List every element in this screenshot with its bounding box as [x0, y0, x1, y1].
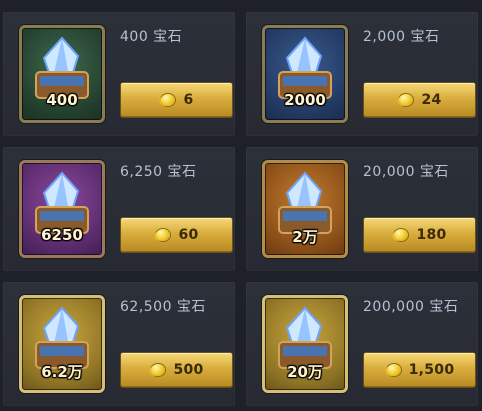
gold-coin-icon: [397, 92, 415, 108]
price-label: 6: [183, 92, 194, 108]
offer-title: 400 宝石: [120, 29, 183, 45]
gem-chest-icon: 2万: [262, 160, 348, 258]
offer-card[interactable]: 6250 6,250 宝石 60: [3, 147, 235, 271]
offer-card[interactable]: 6.2万 62,500 宝石 500: [3, 282, 235, 406]
offer-amount-label: 20万: [287, 363, 323, 381]
offer-card[interactable]: 2万 20,000 宝石 180: [246, 147, 478, 271]
gold-coin-icon: [149, 362, 167, 378]
gem-shop-grid: 400 400 宝石 6 2000 2,000 宝石 24 6250 6,250…: [0, 0, 482, 411]
price-label: 60: [178, 227, 199, 243]
gold-coin-icon: [385, 362, 403, 378]
gold-coin-icon: [392, 227, 410, 243]
offer-amount-label: 6250: [41, 226, 83, 244]
offer-title: 200,000 宝石: [363, 299, 459, 315]
offer-card[interactable]: 400 400 宝石 6: [3, 12, 235, 136]
offer-title: 20,000 宝石: [363, 164, 449, 180]
gold-coin-icon: [154, 227, 172, 243]
gem-chest-icon: 6250: [19, 160, 105, 258]
offer-amount-label: 400: [46, 91, 78, 109]
gem-chest-icon: 2000: [262, 25, 348, 123]
buy-button[interactable]: 24: [363, 82, 476, 118]
offer-title: 6,250 宝石: [120, 164, 197, 180]
buy-button[interactable]: 60: [120, 217, 233, 253]
gem-chest-icon: 20万: [262, 295, 348, 393]
gem-chest-icon: 6.2万: [19, 295, 105, 393]
offer-title: 2,000 宝石: [363, 29, 440, 45]
price-label: 24: [421, 92, 442, 108]
price-label: 1,500: [408, 362, 455, 378]
offer-amount-label: 6.2万: [41, 363, 83, 381]
buy-button[interactable]: 6: [120, 82, 233, 118]
offer-card[interactable]: 2000 2,000 宝石 24: [246, 12, 478, 136]
offer-card[interactable]: 20万 200,000 宝石 1,500: [246, 282, 478, 406]
offer-title: 62,500 宝石: [120, 299, 206, 315]
buy-button[interactable]: 500: [120, 352, 233, 388]
offer-amount-label: 2万: [292, 228, 318, 246]
buy-button[interactable]: 1,500: [363, 352, 476, 388]
price-label: 500: [173, 362, 204, 378]
buy-button[interactable]: 180: [363, 217, 476, 253]
offer-amount-label: 2000: [284, 91, 326, 109]
price-label: 180: [416, 227, 447, 243]
gold-coin-icon: [159, 92, 177, 108]
gem-chest-icon: 400: [19, 25, 105, 123]
